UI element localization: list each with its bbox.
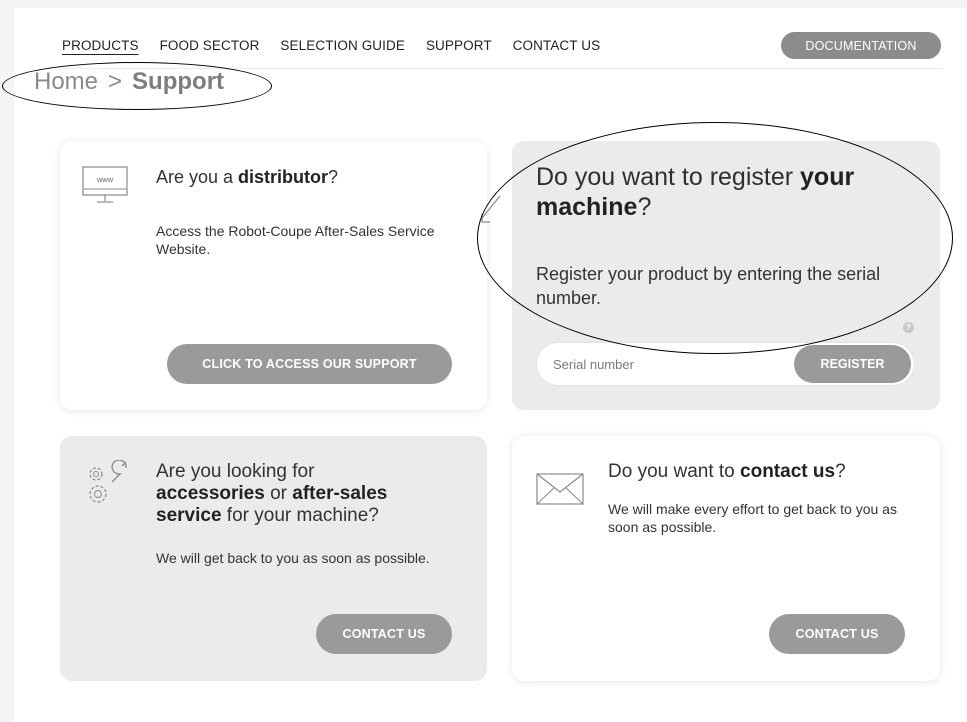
accessories-bold3: service — [156, 505, 222, 526]
serial-number-input[interactable] — [553, 354, 773, 374]
distributor-text: Access the Robot-Coupe After-Sales Servi… — [156, 223, 435, 257]
envelope-icon — [536, 473, 584, 505]
accessories-bold1: accessories — [156, 483, 265, 504]
contact-us-button[interactable]: CONTACT US — [769, 614, 905, 654]
register-button[interactable]: REGISTER — [794, 345, 911, 383]
nav-support[interactable]: SUPPORT — [426, 38, 492, 53]
contact-title-prefix: Do you want to — [608, 461, 741, 482]
contact-text: We will make every effort to get back to… — [608, 501, 897, 535]
nav-selection-guide[interactable]: SELECTION GUIDE — [280, 38, 405, 53]
nav-food-sector[interactable]: FOOD SECTOR — [160, 38, 260, 53]
accessories-text: We will get back to you as soon as possi… — [156, 550, 430, 566]
accessories-line1: Are you looking for — [156, 461, 315, 482]
access-support-button[interactable]: CLICK TO ACCESS OUR SUPPORT — [167, 344, 452, 384]
distributor-title-bold: distributor — [238, 167, 329, 187]
contact-title-bold: contact us — [740, 461, 836, 482]
contact-title-suffix: ? — [835, 461, 846, 482]
monitor-www-icon: www — [82, 166, 128, 203]
accessories-bold2: after-sales — [292, 483, 388, 504]
distributor-title-suffix: ? — [328, 167, 339, 187]
distributor-title-prefix: Are you a — [156, 167, 239, 187]
distributor-title: Are you a distributor? — [156, 167, 476, 188]
contact-title: Do you want to contact us? — [608, 461, 928, 482]
gears-wrench-icon — [89, 460, 127, 503]
main-nav: PRODUCTS FOOD SECTOR SELECTION GUIDE SUP… — [62, 38, 621, 53]
nav-products[interactable]: PRODUCTS — [62, 38, 139, 53]
nav-contact-us[interactable]: CONTACT US — [513, 38, 601, 53]
www-label: www — [96, 175, 114, 184]
breadcrumb-annotation-oval — [2, 62, 272, 110]
accessories-contact-button[interactable]: CONTACT US — [316, 614, 452, 654]
accessories-title: Are you looking for accessories or after-… — [156, 461, 476, 527]
accessories-mid: or — [264, 483, 293, 504]
help-icon[interactable]: ? — [903, 322, 914, 333]
register-annotation-oval — [477, 122, 953, 354]
accessories-end: for your machine? — [221, 505, 379, 526]
documentation-button[interactable]: DOCUMENTATION — [781, 32, 941, 59]
